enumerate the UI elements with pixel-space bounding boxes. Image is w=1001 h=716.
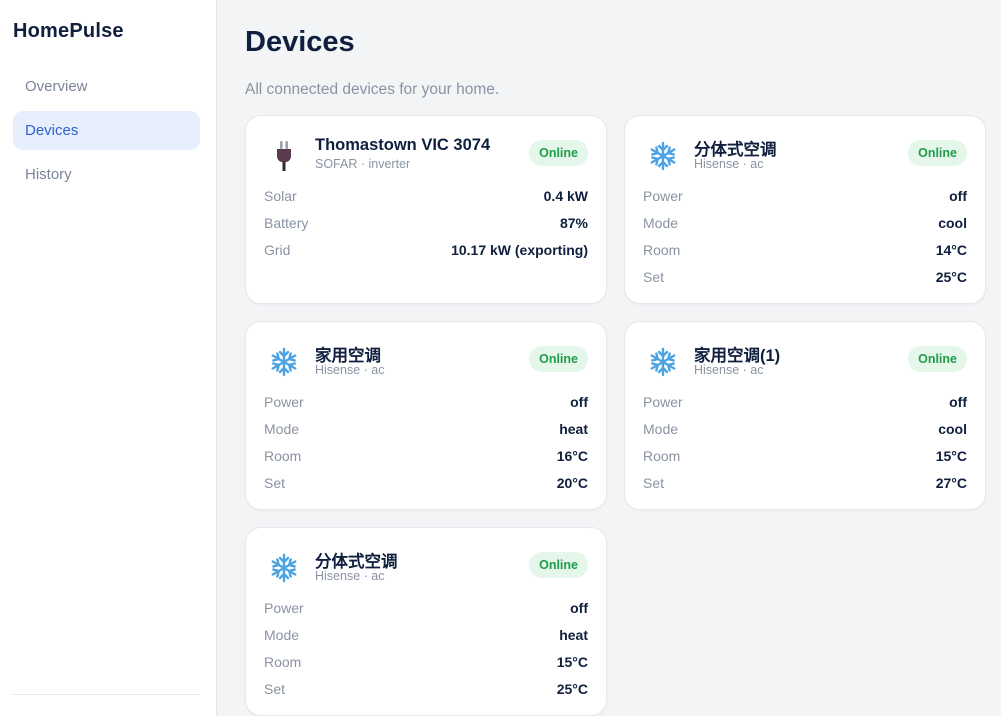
device-row: Set 27°C [643, 473, 967, 493]
status-badge: Online [529, 346, 588, 372]
row-label: Mode [643, 215, 679, 231]
page-title: Devices [245, 26, 355, 58]
device-card[interactable]: Thomastown VIC 3074 SOFAR · inverter Onl… [245, 115, 607, 304]
row-label: Battery [264, 215, 309, 231]
device-card[interactable]: 分体式空调 Hisense · ac Online Power off Mode… [624, 115, 986, 304]
device-row: Power off [643, 186, 967, 206]
row-label: Power [264, 394, 304, 410]
device-card[interactable]: 家用空调 Hisense · ac Online Power off Mode … [245, 321, 607, 510]
device-row: Set 20°C [264, 473, 588, 493]
row-label: Set [264, 681, 286, 697]
row-value: 87% [559, 215, 588, 231]
device-meta: Hisense · ac [315, 569, 385, 583]
device-meta: Hisense · ac [315, 363, 385, 377]
snowflake-icon [266, 344, 302, 380]
device-name: Thomastown VIC 3074 [315, 136, 491, 154]
row-value: off [949, 188, 967, 204]
row-label: Room [643, 448, 681, 464]
status-badge: Online [908, 346, 967, 372]
device-row: Power off [264, 598, 588, 618]
nav-item-overview[interactable]: Overview [13, 67, 200, 106]
snowflake-icon [266, 550, 302, 586]
device-row: Power off [264, 392, 588, 412]
device-meta: Hisense · ac [694, 363, 764, 377]
row-value: heat [559, 421, 588, 437]
row-label: Solar [264, 188, 297, 204]
device-row: Mode cool [643, 419, 967, 439]
row-value: 27°C [935, 475, 967, 491]
row-label: Mode [264, 421, 300, 437]
status-badge: Online [908, 140, 967, 166]
device-row: Mode heat [264, 419, 588, 439]
plug-icon [266, 138, 302, 174]
status-badge: Online [529, 140, 588, 166]
row-value: 14°C [935, 242, 967, 258]
row-value: 10.17 kW (exporting) [451, 242, 588, 258]
row-value: off [949, 394, 967, 410]
row-value: cool [938, 421, 967, 437]
device-row: Room 15°C [643, 446, 967, 466]
row-value: 0.4 kW [543, 188, 588, 204]
row-label: Mode [643, 421, 679, 437]
row-value: 15°C [556, 654, 588, 670]
status-badge: Online [529, 552, 588, 578]
row-value: off [570, 394, 588, 410]
row-value: off [570, 600, 588, 616]
row-label: Power [643, 394, 683, 410]
row-value: 16°C [556, 448, 588, 464]
app-logo-text: HomePulse [13, 20, 124, 42]
device-row: Set 25°C [643, 267, 967, 287]
row-value: 25°C [556, 681, 588, 697]
row-label: Set [643, 475, 665, 491]
nav-item-devices[interactable]: Devices [13, 111, 200, 150]
row-value: 25°C [935, 269, 967, 285]
device-card[interactable]: 家用空调(1) Hisense · ac Online Power off Mo… [624, 321, 986, 510]
row-value: 20°C [556, 475, 588, 491]
row-label: Power [264, 600, 304, 616]
row-value: cool [938, 215, 967, 231]
device-row: Grid 10.17 kW (exporting) [264, 240, 588, 260]
device-row: Room 16°C [264, 446, 588, 466]
device-row: Mode cool [643, 213, 967, 233]
row-value: heat [559, 627, 588, 643]
sidebar-divider [13, 694, 200, 695]
row-label: Set [643, 269, 665, 285]
row-label: Room [264, 654, 302, 670]
device-row: Power off [643, 392, 967, 412]
device-row: Mode heat [264, 625, 588, 645]
nav-item-history[interactable]: History [13, 155, 200, 194]
row-label: Set [264, 475, 286, 491]
device-row: Set 25°C [264, 679, 588, 699]
page-subtitle: All connected devices for your home. [245, 81, 500, 98]
sidebar: HomePulse Overview Devices History [0, 0, 217, 716]
snowflake-icon [645, 344, 681, 380]
device-card[interactable]: 分体式空调 Hisense · ac Online Power off Mode… [245, 527, 607, 716]
device-row: Room 14°C [643, 240, 967, 260]
device-meta: SOFAR · inverter [315, 157, 411, 171]
row-label: Mode [264, 627, 300, 643]
device-row: Room 15°C [264, 652, 588, 672]
device-row: Solar 0.4 kW [264, 186, 588, 206]
device-row: Battery 87% [264, 213, 588, 233]
row-label: Room [643, 242, 681, 258]
main-content: Devices All connected devices for your h… [217, 0, 1001, 716]
row-label: Room [264, 448, 302, 464]
row-value: 15°C [935, 448, 967, 464]
row-label: Grid [264, 242, 291, 258]
row-label: Power [643, 188, 683, 204]
snowflake-icon [645, 138, 681, 174]
device-meta: Hisense · ac [694, 157, 764, 171]
